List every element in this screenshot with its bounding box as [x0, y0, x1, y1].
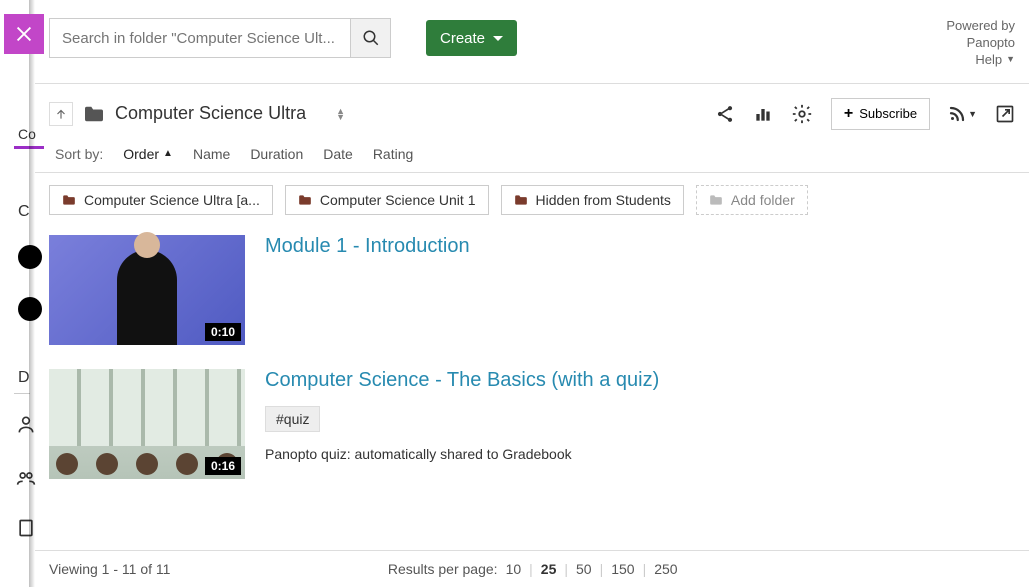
stats-icon[interactable] — [753, 104, 773, 124]
subfolder-chip[interactable]: Hidden from Students — [501, 185, 684, 215]
open-external-icon[interactable] — [995, 104, 1015, 124]
duration-badge: 0:10 — [205, 323, 241, 341]
create-button[interactable]: Create — [426, 20, 517, 56]
sort-name[interactable]: Name — [193, 146, 230, 162]
help-link[interactable]: Help ▼ — [946, 52, 1015, 69]
video-title[interactable]: Module 1 - Introduction — [265, 235, 470, 258]
subfolder-list: Computer Science Ultra [a... Computer Sc… — [49, 185, 1015, 215]
subscribe-label: Subscribe — [859, 106, 917, 121]
sort-rating[interactable]: Rating — [373, 146, 413, 162]
rpp-label: Results per page: — [388, 561, 498, 577]
powered-by: Powered by Panopto Help ▼ — [946, 18, 1015, 69]
duration-badge: 0:16 — [205, 457, 241, 475]
rpp-option-250[interactable]: 250 — [654, 561, 677, 577]
add-folder-button[interactable]: Add folder — [696, 185, 808, 215]
video-note: Panopto quiz: automatically shared to Gr… — [265, 446, 659, 462]
footer-bar: Viewing 1 - 11 of 11 Results per page: 1… — [35, 550, 1029, 587]
share-icon[interactable] — [715, 104, 735, 124]
sort-date[interactable]: Date — [323, 146, 353, 162]
folder-dropdown[interactable]: ▲ ▼ — [336, 108, 345, 120]
caret-down-icon: ▼ — [336, 114, 345, 120]
search-icon — [362, 29, 380, 47]
folder-icon — [514, 194, 528, 206]
gear-icon[interactable] — [791, 103, 813, 125]
search-button[interactable] — [350, 19, 390, 57]
arrow-up-icon — [54, 107, 68, 121]
search-wrap — [49, 18, 391, 58]
video-row: 0:16 Computer Science - The Basics (with… — [49, 369, 1015, 479]
up-button[interactable] — [49, 102, 73, 126]
subfolder-chip[interactable]: Computer Science Ultra [a... — [49, 185, 273, 215]
subfolder-label: Computer Science Unit 1 — [320, 192, 476, 208]
content-area: Computer Science Ultra [a... Computer Sc… — [35, 172, 1029, 550]
top-bar: Create Powered by Panopto Help ▼ — [35, 0, 1029, 84]
video-row: 0:10 Module 1 - Introduction — [49, 235, 1015, 345]
results-per-page: Results per page: 10 | 25 | 50 | 150 | 2… — [388, 561, 678, 577]
video-thumbnail[interactable]: 0:16 — [49, 369, 245, 479]
folder-icon — [298, 194, 312, 206]
close-icon — [13, 23, 35, 45]
caret-down-icon — [493, 36, 503, 41]
caret-down-icon: ▼ — [968, 109, 977, 119]
rpp-option-10[interactable]: 10 — [506, 561, 522, 577]
caret-down-icon: ▼ — [1006, 54, 1015, 66]
folder-icon — [62, 194, 76, 206]
divider — [14, 393, 30, 394]
video-thumbnail[interactable]: 0:10 — [49, 235, 245, 345]
tag-chip[interactable]: #quiz — [265, 406, 320, 432]
video-title[interactable]: Computer Science - The Basics (with a qu… — [265, 369, 659, 392]
subfolder-chip[interactable]: Computer Science Unit 1 — [285, 185, 489, 215]
sort-bar: Sort by: Order ▲ Name Duration Date Rati… — [35, 138, 1029, 172]
folder-icon — [83, 105, 105, 123]
subfolder-label: Hidden from Students — [536, 192, 671, 208]
subfolder-label: Computer Science Ultra [a... — [84, 192, 260, 208]
viewing-status: Viewing 1 - 11 of 11 — [49, 561, 170, 577]
sort-asc-icon: ▲ — [163, 148, 173, 159]
folder-bar: Computer Science Ultra ▲ ▼ + Subscribe ▼ — [35, 84, 1029, 138]
rpp-option-25[interactable]: 25 — [541, 561, 557, 577]
plus-icon: + — [844, 105, 853, 123]
folder-title[interactable]: Computer Science Ultra — [115, 103, 306, 124]
rss-dropdown[interactable]: ▼ — [948, 105, 977, 123]
sort-order[interactable]: Order ▲ — [123, 146, 173, 162]
folder-icon — [709, 194, 723, 206]
subscribe-button[interactable]: + Subscribe — [831, 98, 930, 130]
rpp-option-50[interactable]: 50 — [576, 561, 592, 577]
video-list: 0:10 Module 1 - Introduction 0:16 Comput… — [49, 235, 1015, 479]
sort-label: Sort by: — [55, 146, 103, 162]
rpp-option-150[interactable]: 150 — [611, 561, 634, 577]
sort-duration[interactable]: Duration — [250, 146, 303, 162]
search-input[interactable] — [50, 19, 350, 57]
create-label: Create — [440, 30, 485, 47]
add-folder-label: Add folder — [731, 192, 795, 208]
rss-icon — [948, 105, 966, 123]
